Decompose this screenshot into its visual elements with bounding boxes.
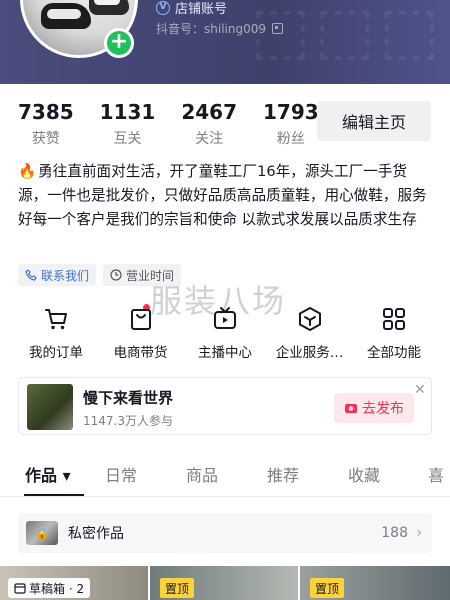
contact-us-tag[interactable]: 联系我们 [18, 264, 97, 286]
tab-daily[interactable]: 日常 [105, 456, 137, 486]
add-avatar-icon[interactable]: + [104, 28, 134, 58]
avatar-image-shoe [89, 0, 129, 15]
work-thumbnail-drafts[interactable]: 草稿箱 · 2 [0, 566, 148, 600]
contact-us-label: 联系我们 [41, 268, 90, 283]
stat-likes[interactable]: 7385 获赞 [18, 100, 74, 148]
topic-title: 慢下来看世界 [83, 389, 174, 407]
tab-recommended[interactable]: 推荐 [267, 456, 299, 486]
avatar-image-shoe [41, 3, 91, 29]
douyin-id-row[interactable]: 抖音号：shiling009 [156, 20, 283, 37]
tabs-divider [0, 496, 450, 497]
cart-icon [45, 309, 67, 330]
stat-label: 粉丝 [276, 131, 305, 147]
profile-stats: 7385 获赞 1131 互关 2467 关注 1793 粉丝 [18, 100, 319, 148]
feature-label: 电商带货 [113, 345, 168, 361]
work-thumbnail[interactable]: 置顶 [300, 566, 450, 600]
feature-my-orders[interactable]: 我的订单 [14, 306, 98, 361]
tab-works[interactable]: 作品 ▾ [25, 456, 71, 486]
close-icon[interactable]: ✕ [414, 382, 426, 398]
lock-icon: 🔒 [26, 521, 58, 545]
drafts-icon [14, 583, 26, 594]
feature-label: 全部功能 [367, 345, 421, 361]
shopping-bag-icon [130, 309, 151, 330]
go-publish-button[interactable]: 去发布 [334, 393, 414, 423]
live-tv-icon [214, 307, 236, 329]
private-works-label: 私密作品 [68, 526, 124, 542]
chevron-right-icon: › [416, 525, 422, 541]
edit-profile-button[interactable]: 编辑主页 [317, 101, 431, 141]
camera-icon [345, 404, 357, 413]
stat-value: 2467 [181, 100, 238, 124]
profile-header-banner: ⬚⬚⬚ + V 店铺账号 抖音号：shiling009 [0, 0, 450, 84]
stat-following[interactable]: 2467 关注 [181, 100, 237, 148]
feature-label: 我的订单 [29, 345, 83, 361]
feature-ecommerce[interactable]: 电商带货 [99, 306, 183, 361]
phone-icon [25, 269, 37, 281]
stat-mutual[interactable]: 1131 互关 [100, 100, 156, 148]
go-publish-label: 去发布 [362, 401, 404, 417]
feature-streamer-center[interactable]: 主播中心 [183, 306, 267, 361]
stat-value: 1131 [99, 100, 156, 124]
fire-icon: 🔥 [18, 163, 37, 180]
verified-icon: V [156, 0, 170, 15]
feature-enterprise-services[interactable]: 企业服务… [268, 306, 352, 361]
stat-label: 关注 [195, 131, 224, 147]
grid-apps-icon [383, 308, 405, 330]
private-works-row[interactable]: 🔒 私密作品 188 › [18, 513, 432, 553]
stat-label: 互关 [113, 131, 142, 147]
feature-grid: 我的订单 电商带货 主播中心 企业服务… 全部功能 [14, 306, 436, 361]
stat-followers[interactable]: 1793 粉丝 [263, 100, 319, 148]
stat-label: 获赞 [31, 131, 60, 147]
content-tabs: 作品 ▾ 日常 商品 推荐 收藏 喜 [0, 456, 450, 496]
topic-thumbnail [27, 384, 73, 430]
tab-liked[interactable]: 喜 [428, 456, 444, 486]
pinned-badge: 置顶 [160, 578, 195, 598]
topic-card[interactable]: 慢下来看世界 1147.3万人参与 去发布 ✕ [18, 377, 432, 435]
pinned-badge: 置顶 [310, 578, 345, 598]
drafts-badge: 草稿箱 · 2 [8, 578, 91, 598]
tab-favorites[interactable]: 收藏 [348, 456, 380, 486]
topic-participants: 1147.3万人参与 [83, 414, 173, 428]
store-account-row: V 店铺账号 [156, 0, 227, 17]
douyin-id: 抖音号：shiling009 [156, 22, 266, 36]
private-works-count: 188 [381, 525, 408, 541]
profile-bio: 🔥 勇往直前面对生活，开了童鞋工厂16年，源头工厂一手货源，一件也是批发价，只做好… [18, 160, 432, 232]
enterprise-icon [298, 307, 321, 331]
stat-value: 1793 [263, 100, 319, 124]
stat-value: 7385 [18, 100, 74, 124]
tab-products[interactable]: 商品 [186, 456, 218, 486]
feature-label: 企业服务… [275, 345, 344, 361]
works-grid: 草稿箱 · 2 置顶 置顶 [0, 566, 450, 600]
feature-label: 主播中心 [198, 345, 252, 361]
qr-code-icon[interactable] [272, 23, 283, 34]
bio-text: 勇往直前面对生活，开了童鞋工厂16年，源头工厂一手货源，一件也是批发价，只做好品… [18, 163, 427, 228]
work-thumbnail[interactable]: 置顶 [150, 566, 298, 600]
clock-icon [110, 269, 122, 281]
feature-all-functions[interactable]: 全部功能 [352, 306, 436, 361]
store-account-label: 店铺账号 [175, 2, 228, 17]
drafts-label: 草稿箱 · 2 [29, 581, 85, 596]
